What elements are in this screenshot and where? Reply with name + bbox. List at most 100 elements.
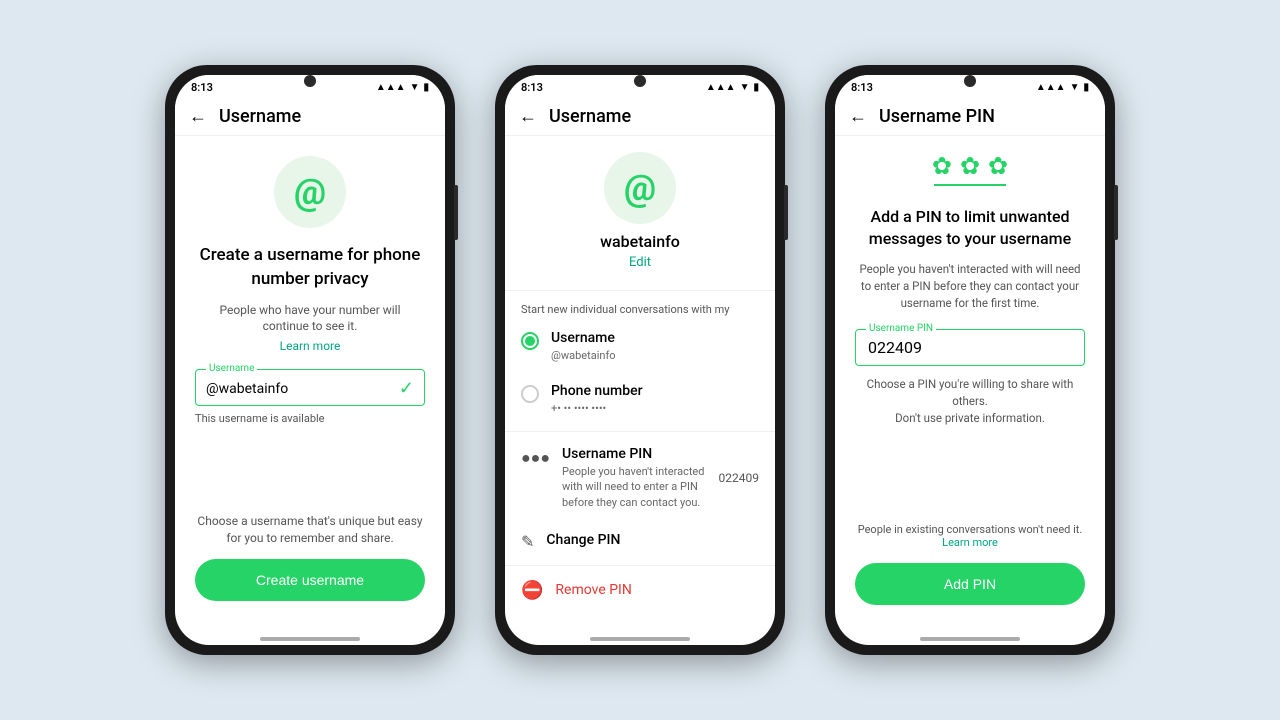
divider-2 (505, 431, 775, 432)
screen-content-1: @ Create a username for phone number pri… (175, 136, 445, 645)
back-button-3[interactable]: ← (849, 106, 867, 127)
battery-icon-2: ▮ (753, 82, 759, 93)
phone-1: 8:13 ▲▲▲ ▼ ▮ ← Username @ Create a user (165, 65, 455, 655)
wifi-icon-1: ▼ (410, 82, 420, 93)
remove-pin-item[interactable]: ⛔ Remove PIN (505, 570, 775, 611)
side-button-2 (784, 185, 788, 240)
change-pin-label: Change PIN (546, 532, 620, 548)
pin-input-group: Username PIN 022409 (855, 329, 1085, 366)
divider-1 (505, 290, 775, 291)
phone1-subtitle: People who have your number will continu… (195, 302, 425, 336)
pin-section-value: 022409 (719, 471, 759, 485)
username-option-sub: @wabetainfo (551, 348, 759, 363)
pin-section-title: Username PIN (562, 446, 707, 462)
pin-dot-3: ✿ (988, 152, 1008, 180)
status-icons-1: ▲▲▲ ▼ ▮ (376, 82, 429, 93)
battery-icon-3: ▮ (1083, 82, 1089, 93)
username-option-title: Username (551, 330, 759, 346)
status-bar-2: 8:13 ▲▲▲ ▼ ▮ (505, 75, 775, 98)
at-icon-container-1: @ (274, 156, 346, 228)
phone-option-title: Phone number (551, 383, 759, 399)
divider-3 (505, 565, 775, 566)
add-pin-button[interactable]: Add PIN (855, 563, 1085, 605)
status-icons-3: ▲▲▲ ▼ ▮ (1036, 82, 1089, 93)
pin-hint-1: Choose a PIN you're willing to share wit… (867, 377, 1074, 408)
screen-content-3: ✿ ✿ ✿ Add a PIN to limit unwanted messag… (835, 136, 1105, 645)
home-indicator-3 (920, 637, 1020, 641)
pin-hint-2: Don't use private information. (895, 411, 1045, 425)
radio-username[interactable] (521, 332, 539, 350)
wifi-icon-3: ▼ (1070, 82, 1080, 93)
username-option-text: Username @wabetainfo (551, 330, 759, 363)
signal-icon-2: ▲▲▲ (706, 82, 736, 93)
pin-dot-1: ✿ (932, 152, 952, 180)
wifi-icon-2: ▼ (740, 82, 750, 93)
pin-section-sub: People you haven't interacted with will … (562, 464, 707, 510)
learn-more-link-1[interactable]: Learn more (280, 339, 341, 353)
edit-link[interactable]: Edit (629, 255, 651, 270)
pin-hint: Choose a PIN you're willing to share wit… (855, 376, 1085, 428)
phone1-content: @ Create a username for phone number pri… (175, 136, 445, 631)
change-pin-item[interactable]: ✎ Change PIN (505, 520, 775, 561)
back-button-1[interactable]: ← (189, 106, 207, 127)
phone3-title: Add a PIN to limit unwanted messages to … (855, 206, 1085, 251)
list-item-phone-option[interactable]: Phone number +• •• •••• •••• (505, 373, 775, 426)
username-input-label: Username (206, 363, 257, 374)
pin-underline (934, 184, 1006, 186)
phone-1-screen: 8:13 ▲▲▲ ▼ ▮ ← Username @ Create a user (175, 75, 445, 645)
home-indicator-2 (590, 637, 690, 641)
list-item-username-option[interactable]: Username @wabetainfo (505, 320, 775, 373)
app-bar-2: ← Username (505, 98, 775, 136)
username-input-value[interactable]: @wabetainfo (206, 381, 288, 397)
phone-2-screen: 8:13 ▲▲▲ ▼ ▮ ← Username @ wabetainfo (505, 75, 775, 645)
phone-2: 8:13 ▲▲▲ ▼ ▮ ← Username @ wabetainfo (495, 65, 785, 655)
section-label: Start new individual conversations with … (505, 295, 745, 320)
back-button-2[interactable]: ← (519, 106, 537, 127)
app-bar-title-3: Username PIN (879, 106, 995, 127)
list-item-pin-section: ●●● Username PIN People you haven't inte… (505, 436, 775, 520)
pin-section-text: Username PIN People you haven't interact… (562, 446, 707, 510)
remove-icon: ⛔ (521, 580, 543, 601)
available-text: This username is available (195, 412, 325, 425)
status-bar-1: 8:13 ▲▲▲ ▼ ▮ (175, 75, 445, 98)
phone3-content: ✿ ✿ ✿ Add a PIN to limit unwanted messag… (835, 136, 1105, 631)
check-icon-1: ✓ (399, 378, 414, 399)
bottom-note-text: People in existing conversations won't n… (858, 523, 1083, 536)
pin-input-label: Username PIN (866, 323, 936, 334)
app-bar-title-1: Username (219, 106, 301, 127)
app-bar-1: ← Username (175, 98, 445, 136)
signal-icon-3: ▲▲▲ (1036, 82, 1066, 93)
status-time-2: 8:13 (521, 81, 543, 94)
app-bar-3: ← Username PIN (835, 98, 1105, 136)
status-time-1: 8:13 (191, 81, 213, 94)
status-icons-2: ▲▲▲ ▼ ▮ (706, 82, 759, 93)
phone-option-sub: +• •• •••• •••• (551, 401, 759, 416)
phone3-subtitle: People you haven't interacted with will … (855, 261, 1085, 313)
radio-phone[interactable] (521, 385, 539, 403)
create-username-button[interactable]: Create username (195, 559, 425, 601)
phone-3-screen: 8:13 ▲▲▲ ▼ ▮ ← Username PIN ✿ ✿ ✿ (835, 75, 1105, 645)
pin-dots-display: ✿ ✿ ✿ (932, 152, 1008, 180)
pin-section-icon: ●●● (521, 448, 550, 468)
bottom-hint-1: Choose a username that's unique but easy… (195, 513, 425, 547)
signal-icon-1: ▲▲▲ (376, 82, 406, 93)
side-button (454, 185, 458, 240)
status-bar-3: 8:13 ▲▲▲ ▼ ▮ (835, 75, 1105, 98)
phone2-content: @ wabetainfo Edit Start new individual c… (505, 136, 775, 631)
phone-option-text: Phone number +• •• •••• •••• (551, 383, 759, 416)
app-bar-title-2: Username (549, 106, 631, 127)
status-time-3: 8:13 (851, 81, 873, 94)
pin-input-value[interactable]: 022409 (868, 338, 1072, 357)
side-button-3 (1114, 185, 1118, 240)
avatar-circle-2: @ (604, 152, 676, 224)
pencil-icon: ✎ (521, 532, 534, 551)
at-icon-2: @ (624, 167, 656, 209)
username-input-row: @wabetainfo ✓ (206, 378, 414, 399)
pin-dot-2: ✿ (960, 152, 980, 180)
screen-content-2: @ wabetainfo Edit Start new individual c… (505, 136, 775, 645)
bottom-note: People in existing conversations won't n… (858, 523, 1083, 549)
learn-more-link-3[interactable]: Learn more (942, 536, 998, 549)
home-indicator-1 (260, 637, 360, 641)
battery-icon-1: ▮ (423, 82, 429, 93)
radio-inner-username (525, 336, 535, 346)
